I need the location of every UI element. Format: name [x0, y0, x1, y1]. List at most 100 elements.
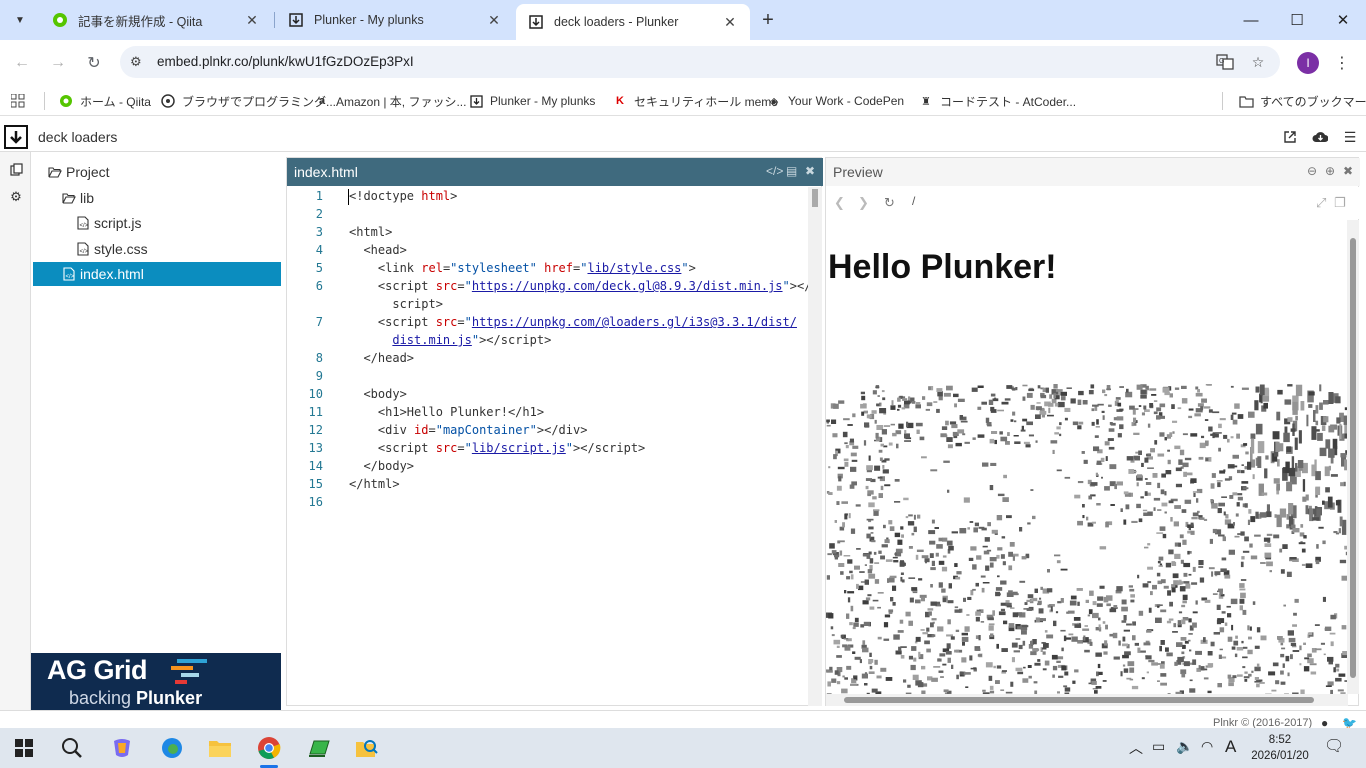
code-line: <script src="lib/script.js"></script> — [349, 441, 646, 455]
tab-my-plunks[interactable]: Plunker - My plunks ✕ — [276, 4, 514, 36]
preview-horizontal-scrollbar[interactable] — [826, 694, 1348, 706]
tree-item-index-html[interactable]: </> index.html — [33, 262, 281, 286]
star-icon[interactable]: ☆ — [1249, 53, 1267, 71]
city-3d-map[interactable] — [826, 384, 1348, 694]
app-green-button[interactable] — [304, 734, 334, 762]
tab-deck-loaders[interactable]: deck loaders - Plunker ✕ — [516, 4, 750, 40]
close-window-button[interactable]: ✕ — [1320, 0, 1366, 40]
book-icon[interactable]: ▤ — [786, 164, 797, 178]
back-button[interactable]: ← — [9, 50, 35, 76]
expand-icon[interactable]: ⤢ — [1316, 195, 1326, 211]
close-icon[interactable]: ✖ — [805, 164, 815, 178]
wifi-icon[interactable]: ◠ — [1201, 738, 1213, 755]
chevron-right-icon[interactable]: ❯ — [858, 195, 869, 211]
ime-indicator[interactable]: A — [1225, 737, 1236, 757]
file-code-icon: </> — [62, 267, 76, 281]
tree-item-lib[interactable]: lib — [62, 186, 94, 210]
line-number: 16 — [308, 495, 323, 509]
start-button[interactable] — [9, 734, 39, 762]
reload-icon: ↻ — [87, 55, 101, 72]
minimize-button[interactable]: — — [1228, 0, 1274, 40]
tab-qiita[interactable]: 記事を新規作成 - Qiita ✕ — [40, 4, 272, 36]
chevron-up-icon[interactable]: ︿ — [1129, 738, 1143, 758]
tree-item-script-js[interactable]: </> script.js — [76, 211, 141, 235]
chevron-left-icon[interactable]: ❮ — [834, 195, 845, 211]
code-area[interactable]: 1 2 3 4 5 6 7 8 9 10 11 12 13 14 15 16 <… — [287, 187, 811, 707]
bookmark-qiita[interactable]: ホーム - Qiita — [58, 91, 151, 111]
copilot-button[interactable] — [107, 734, 137, 762]
editor-scrollbar[interactable] — [808, 187, 822, 706]
site-info-icon[interactable]: ⚙ — [130, 54, 142, 70]
file-explorer-button[interactable] — [205, 734, 235, 762]
maximize-button[interactable]: ☐ — [1274, 0, 1320, 40]
line-number: 7 — [315, 315, 323, 329]
settings-gear-icon[interactable]: ⚙ — [7, 188, 25, 206]
bookmark-security-memo[interactable]: K セキュリティホール memo — [612, 91, 778, 111]
menu-icon[interactable]: ☰ — [1341, 128, 1359, 146]
ag-grid-logo-icon — [171, 657, 211, 687]
battery-icon[interactable]: ▭ — [1152, 738, 1165, 755]
bookmark-plunker[interactable]: Plunker - My plunks — [468, 91, 595, 111]
apps-button[interactable] — [10, 91, 32, 111]
plunker-icon — [288, 12, 304, 28]
zoom-in-icon[interactable]: ⊕ — [1325, 164, 1335, 178]
scrollbar-thumb[interactable] — [812, 189, 818, 207]
close-icon[interactable]: ✕ — [486, 12, 502, 28]
tree-item-project[interactable]: Project — [48, 160, 110, 184]
copy-icon[interactable]: ❐ — [1334, 195, 1346, 211]
app-search-folder-button[interactable] — [352, 734, 382, 762]
folder-icon — [209, 741, 231, 757]
system-clock[interactable]: 8:52 2026/01/20 — [1249, 732, 1311, 764]
browser-menu-icon[interactable]: ⋮ — [1334, 50, 1350, 76]
address-bar[interactable]: ⚙ embed.plnkr.co/plunk/kwU1fGzDOzEp3PxI … — [120, 46, 1280, 78]
zoom-out-icon[interactable]: ⊖ — [1307, 164, 1317, 178]
plunker-logo-icon[interactable] — [4, 125, 28, 149]
amazon-icon: a — [318, 95, 326, 107]
code-icon[interactable]: </> — [766, 164, 783, 178]
search-icon — [62, 738, 82, 758]
tree-item-style-css[interactable]: </> style.css — [76, 237, 148, 261]
preview-frame[interactable]: Hello Plunker! — [826, 220, 1348, 694]
bookmark-codepen[interactable]: ◈ Your Work - CodePen — [766, 91, 904, 111]
tree-item-label: script.js — [94, 215, 142, 231]
close-icon[interactable]: ✕ — [244, 12, 260, 28]
refresh-icon[interactable]: ↻ — [884, 195, 895, 211]
code-line: <!doctype html> — [349, 189, 458, 203]
cloud-download-icon[interactable] — [1311, 128, 1329, 146]
new-tab-button[interactable]: + — [756, 8, 780, 32]
bookmark-label: コードテスト - AtCoder... — [940, 94, 1077, 109]
open-external-icon[interactable] — [1281, 128, 1299, 146]
preview-header: Preview ⊖ ⊕ ✖ — [826, 158, 1360, 186]
bookmark-amazon[interactable]: a Amazon | 本, ファッシ... — [314, 91, 467, 111]
chrome-button[interactable] — [254, 734, 284, 762]
windows-taskbar: ︿ ▭ 🔈 ◠ A 8:52 2026/01/20 🗨 — [0, 728, 1366, 768]
line-number: 10 — [308, 387, 323, 401]
tab-search-button[interactable]: ▼ — [8, 8, 32, 32]
plus-icon: + — [762, 8, 774, 31]
url-text[interactable]: embed.plnkr.co/plunk/kwU1fGzDOzEp3PxI — [157, 54, 414, 69]
files-icon[interactable] — [7, 160, 25, 178]
code-line: <head> — [349, 243, 407, 257]
bookmark-atcoder[interactable]: ♜ コードテスト - AtCoder... — [918, 91, 1076, 111]
close-icon[interactable]: ✖ — [1343, 164, 1353, 178]
speaker-icon[interactable]: 🔈 — [1176, 738, 1193, 755]
bookmark-browser-programming[interactable]: ブラウザでプログラミング... — [160, 91, 336, 111]
notification-icon[interactable]: 🗨 — [1324, 736, 1344, 756]
close-icon[interactable]: ✕ — [722, 14, 738, 30]
scrollbar-thumb[interactable] — [844, 697, 1314, 703]
profile-avatar[interactable]: I — [1297, 52, 1319, 74]
line-number: 11 — [308, 405, 323, 419]
ag-grid-ad[interactable]: AG Grid backing Plunker — [31, 653, 281, 710]
search-button[interactable] — [57, 734, 87, 762]
preview-path[interactable]: / — [912, 194, 915, 208]
tree-item-label: index.html — [80, 266, 144, 282]
all-bookmarks-button[interactable]: すべてのブックマーク — [1238, 91, 1366, 111]
preview-vertical-scrollbar[interactable] — [1347, 220, 1359, 694]
scrollbar-thumb[interactable] — [1350, 238, 1356, 678]
translate-icon[interactable]: G — [1216, 53, 1234, 71]
reload-button[interactable]: ↻ — [81, 50, 107, 76]
bookmarks-bar: ホーム - Qiita ブラウザでプログラミング... a Amazon | 本… — [0, 85, 1366, 116]
edge-button[interactable] — [157, 734, 187, 762]
forward-button[interactable]: → — [45, 50, 71, 76]
arrow-left-icon: ← — [14, 54, 30, 71]
